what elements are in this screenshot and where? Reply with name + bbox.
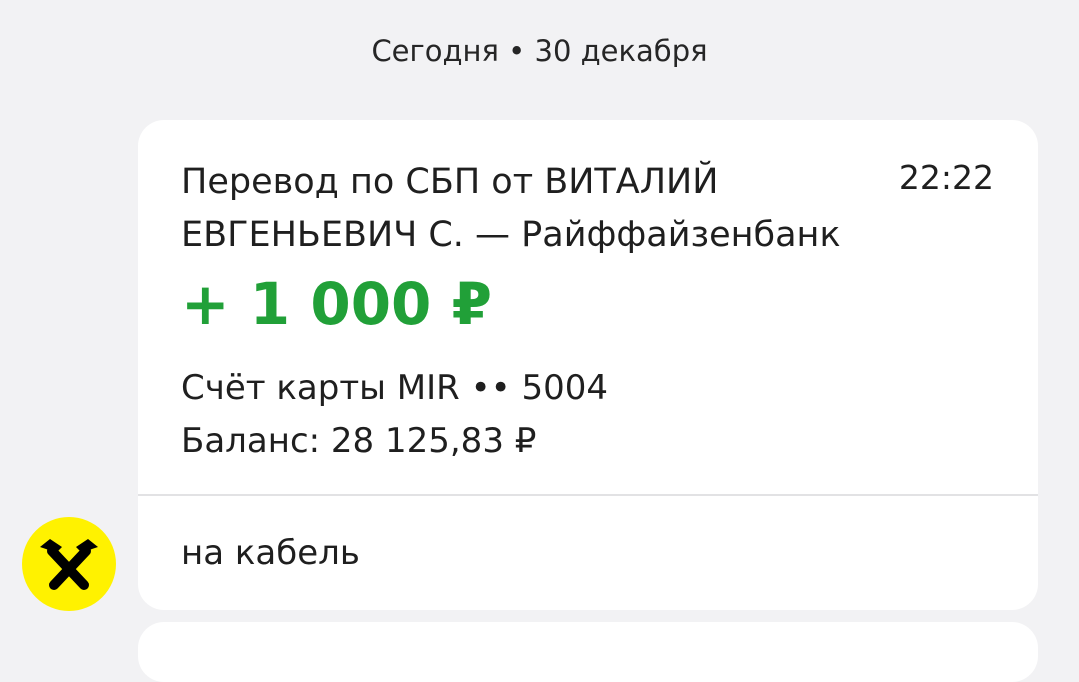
transaction-account-info: Счёт карты MIR •• 5004 Баланс: 28 125,83… xyxy=(181,362,608,468)
transaction-card[interactable]: Перевод по СБП от ВИТАЛИЙ ЕВГЕНЬЕВИЧ С. … xyxy=(138,120,1038,610)
transaction-time: 22:22 xyxy=(898,158,994,197)
transaction-amount: + 1 000 ₽ xyxy=(181,270,492,338)
raiffeisen-logo-icon xyxy=(40,539,98,590)
card-divider xyxy=(138,494,1038,496)
sender-avatar[interactable] xyxy=(22,517,116,611)
account-label: Счёт карты MIR •• 5004 xyxy=(181,368,609,408)
balance-label: Баланс: 28 125,83 ₽ xyxy=(181,421,537,461)
next-transaction-card[interactable] xyxy=(138,622,1038,682)
transaction-title: Перевод по СБП от ВИТАЛИЙ ЕВГЕНЬЕВИЧ С. … xyxy=(181,162,841,255)
date-header: Сегодня • 30 декабря xyxy=(371,34,708,68)
transaction-comment: на кабель xyxy=(181,533,360,573)
